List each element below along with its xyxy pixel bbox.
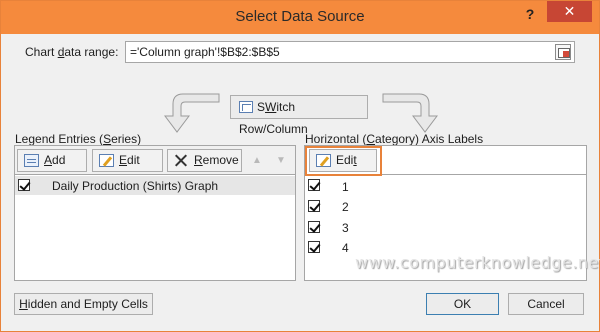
remove-icon	[174, 154, 189, 167]
close-button[interactable]: ✕	[547, 1, 592, 22]
category-list-item[interactable]: 2	[305, 196, 586, 216]
category-label: 3	[342, 221, 349, 235]
add-series-button[interactable]: Add	[17, 149, 87, 172]
title-bar[interactable]: Select Data Source ? ✕	[1, 1, 599, 34]
help-button[interactable]: ?	[517, 3, 543, 25]
category-label: 2	[342, 200, 349, 214]
move-up-icon[interactable]: ▲	[246, 149, 268, 172]
axis-labels-label: Horizontal (Category) Axis Labels	[305, 132, 484, 146]
edit-highlight-box	[305, 146, 382, 176]
legend-toolbar: Add Edit Remove ▲ ▼	[15, 146, 295, 175]
category-label: 1	[342, 180, 349, 194]
hidden-empty-cells-button[interactable]: Hidden and Empty Cells	[14, 293, 153, 315]
select-data-source-dialog: Select Data Source ? ✕ Chart data range:…	[0, 0, 600, 332]
category-list-item[interactable]: 3	[305, 217, 586, 237]
category-checkbox[interactable]	[308, 241, 320, 253]
remove-series-button[interactable]: Remove	[167, 149, 242, 172]
category-list-item[interactable]: 1	[305, 176, 586, 196]
series-list-item[interactable]: Daily Production (Shirts) Graph	[15, 176, 295, 195]
watermark: www.computerknowledge.net	[355, 253, 600, 272]
category-label: 4	[342, 241, 349, 255]
add-icon	[24, 154, 39, 167]
chart-data-range-label: Chart data range:	[25, 45, 119, 59]
switch-row-column-icon	[239, 101, 253, 113]
series-checkbox[interactable]	[18, 179, 30, 191]
curved-arrow-left-icon	[164, 93, 220, 133]
range-picker-icon[interactable]	[555, 44, 571, 60]
edit-icon	[99, 154, 114, 167]
edit-series-button[interactable]: Edit	[92, 149, 163, 172]
cancel-button[interactable]: Cancel	[508, 293, 584, 315]
chart-data-range-value: ='Column graph'!$B$2:$B$5	[130, 45, 280, 59]
legend-entries-panel: Add Edit Remove ▲ ▼ Daily Production (Sh…	[14, 145, 296, 281]
series-label: Daily Production (Shirts) Graph	[52, 179, 219, 193]
category-checkbox[interactable]	[308, 200, 320, 212]
category-checkbox[interactable]	[308, 179, 320, 191]
category-checkbox[interactable]	[308, 221, 320, 233]
switch-row-column-button[interactable]: SWitch Row/Column	[230, 95, 368, 136]
ok-button[interactable]: OK	[426, 293, 499, 315]
chart-data-range-input[interactable]: ='Column graph'!$B$2:$B$5	[125, 41, 575, 63]
curved-arrow-right-icon	[382, 93, 438, 133]
move-down-icon[interactable]: ▼	[270, 149, 292, 172]
legend-entries-label: Legend Entries (Series)	[15, 132, 142, 146]
dialog-title: Select Data Source	[235, 8, 365, 25]
